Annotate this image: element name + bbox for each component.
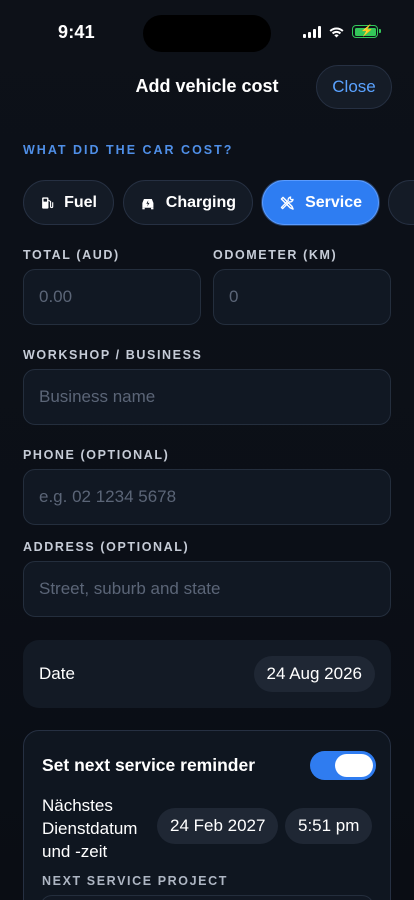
phone-label: PHONE (OPTIONAL): [23, 448, 170, 462]
reminder-toggle[interactable]: [310, 751, 376, 780]
workshop-field[interactable]: [23, 369, 391, 425]
phone-input[interactable]: [39, 487, 375, 507]
next-service-project-field[interactable]: [40, 895, 374, 900]
status-icons: ⚡: [303, 25, 381, 38]
date-label: Date: [39, 664, 75, 683]
chip-more[interactable]: [388, 180, 414, 225]
chip-fuel[interactable]: Fuel: [23, 180, 114, 225]
date-row: Date 24 Aug 2026: [23, 640, 391, 708]
ev-charging-icon: [142, 198, 154, 209]
chip-service-label: Service: [305, 193, 362, 211]
close-button[interactable]: Close: [316, 65, 392, 109]
phone-field[interactable]: [23, 469, 391, 525]
service-reminder-card: Set next service reminder Nächstes Diens…: [23, 730, 391, 900]
chip-service[interactable]: Service: [262, 180, 379, 225]
wifi-icon: [329, 27, 344, 37]
address-input[interactable]: [39, 579, 375, 599]
date-picker-button[interactable]: 24 Aug 2026: [253, 656, 375, 692]
toggle-knob: [335, 754, 373, 777]
status-bar: 9:41 ⚡: [0, 0, 414, 60]
chip-charging[interactable]: Charging: [123, 180, 253, 225]
odometer-label: ODOMETER (KM): [213, 248, 338, 262]
next-service-date-button[interactable]: 24 Feb 2027: [157, 808, 279, 844]
chip-charging-label: Charging: [165, 193, 236, 211]
total-field[interactable]: [23, 269, 201, 325]
fuel-pump-icon: [42, 196, 54, 209]
next-service-datetime-label: Nächstes Dienstdatum und -zeit: [42, 796, 138, 861]
reminder-title: Set next service reminder: [42, 755, 256, 775]
address-label: ADDRESS (OPTIONAL): [23, 540, 190, 554]
workshop-label: WORKSHOP / BUSINESS: [23, 348, 203, 362]
next-service-project-label: NEXT SERVICE PROJECT: [42, 874, 228, 888]
address-field[interactable]: [23, 561, 391, 617]
odometer-input[interactable]: [229, 287, 375, 307]
cellular-signal-icon: [303, 25, 321, 38]
workshop-input[interactable]: [39, 387, 375, 407]
battery-charging-icon: ⚡: [352, 25, 381, 38]
status-time: 9:41: [58, 22, 95, 42]
cost-type-label: WHAT DID THE CAR COST?: [23, 143, 234, 157]
odometer-field[interactable]: [213, 269, 391, 325]
chip-fuel-label: Fuel: [64, 193, 97, 211]
cost-type-chips: Fuel Charging Service: [23, 180, 414, 226]
next-service-time-button[interactable]: 5:51 pm: [285, 808, 373, 844]
dynamic-island: [143, 15, 271, 52]
total-input[interactable]: [39, 287, 185, 307]
total-label: TOTAL (AUD): [23, 248, 120, 262]
tools-icon: [280, 195, 294, 210]
